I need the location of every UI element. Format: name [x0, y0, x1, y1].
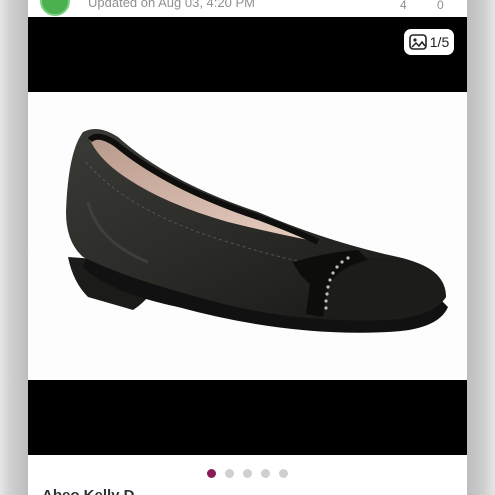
- product-title: Abeo Kelly D...: [42, 487, 147, 495]
- carousel-dot-3[interactable]: [243, 468, 252, 478]
- carousel-dot-4[interactable]: [261, 468, 270, 478]
- background-blur-right: [467, 0, 495, 495]
- updated-timestamp: Updated on Aug 03, 4:20 PM: [88, 0, 255, 10]
- product-photo: [28, 92, 467, 380]
- like-count: 0: [437, 0, 444, 12]
- seller-avatar[interactable]: [40, 0, 70, 16]
- background-blur-left: [0, 0, 28, 495]
- carousel-pagination: [28, 455, 467, 491]
- carousel-dot-1[interactable]: [207, 468, 216, 478]
- comment-count: 4: [400, 0, 407, 12]
- product-image-carousel[interactable]: 1/5: [28, 17, 467, 455]
- image-gallery-icon: [408, 34, 427, 50]
- carousel-dot-5[interactable]: [279, 468, 288, 478]
- shoe-image: [66, 128, 448, 333]
- listing-header: Updated on Aug 03, 4:20 PM 4 0: [28, 0, 467, 17]
- listing-card: Updated on Aug 03, 4:20 PM 4 0 1/5: [28, 0, 467, 495]
- image-counter-text: 1/5: [429, 34, 450, 50]
- image-counter-badge: 1/5: [404, 29, 454, 55]
- carousel-dot-2[interactable]: [225, 468, 234, 478]
